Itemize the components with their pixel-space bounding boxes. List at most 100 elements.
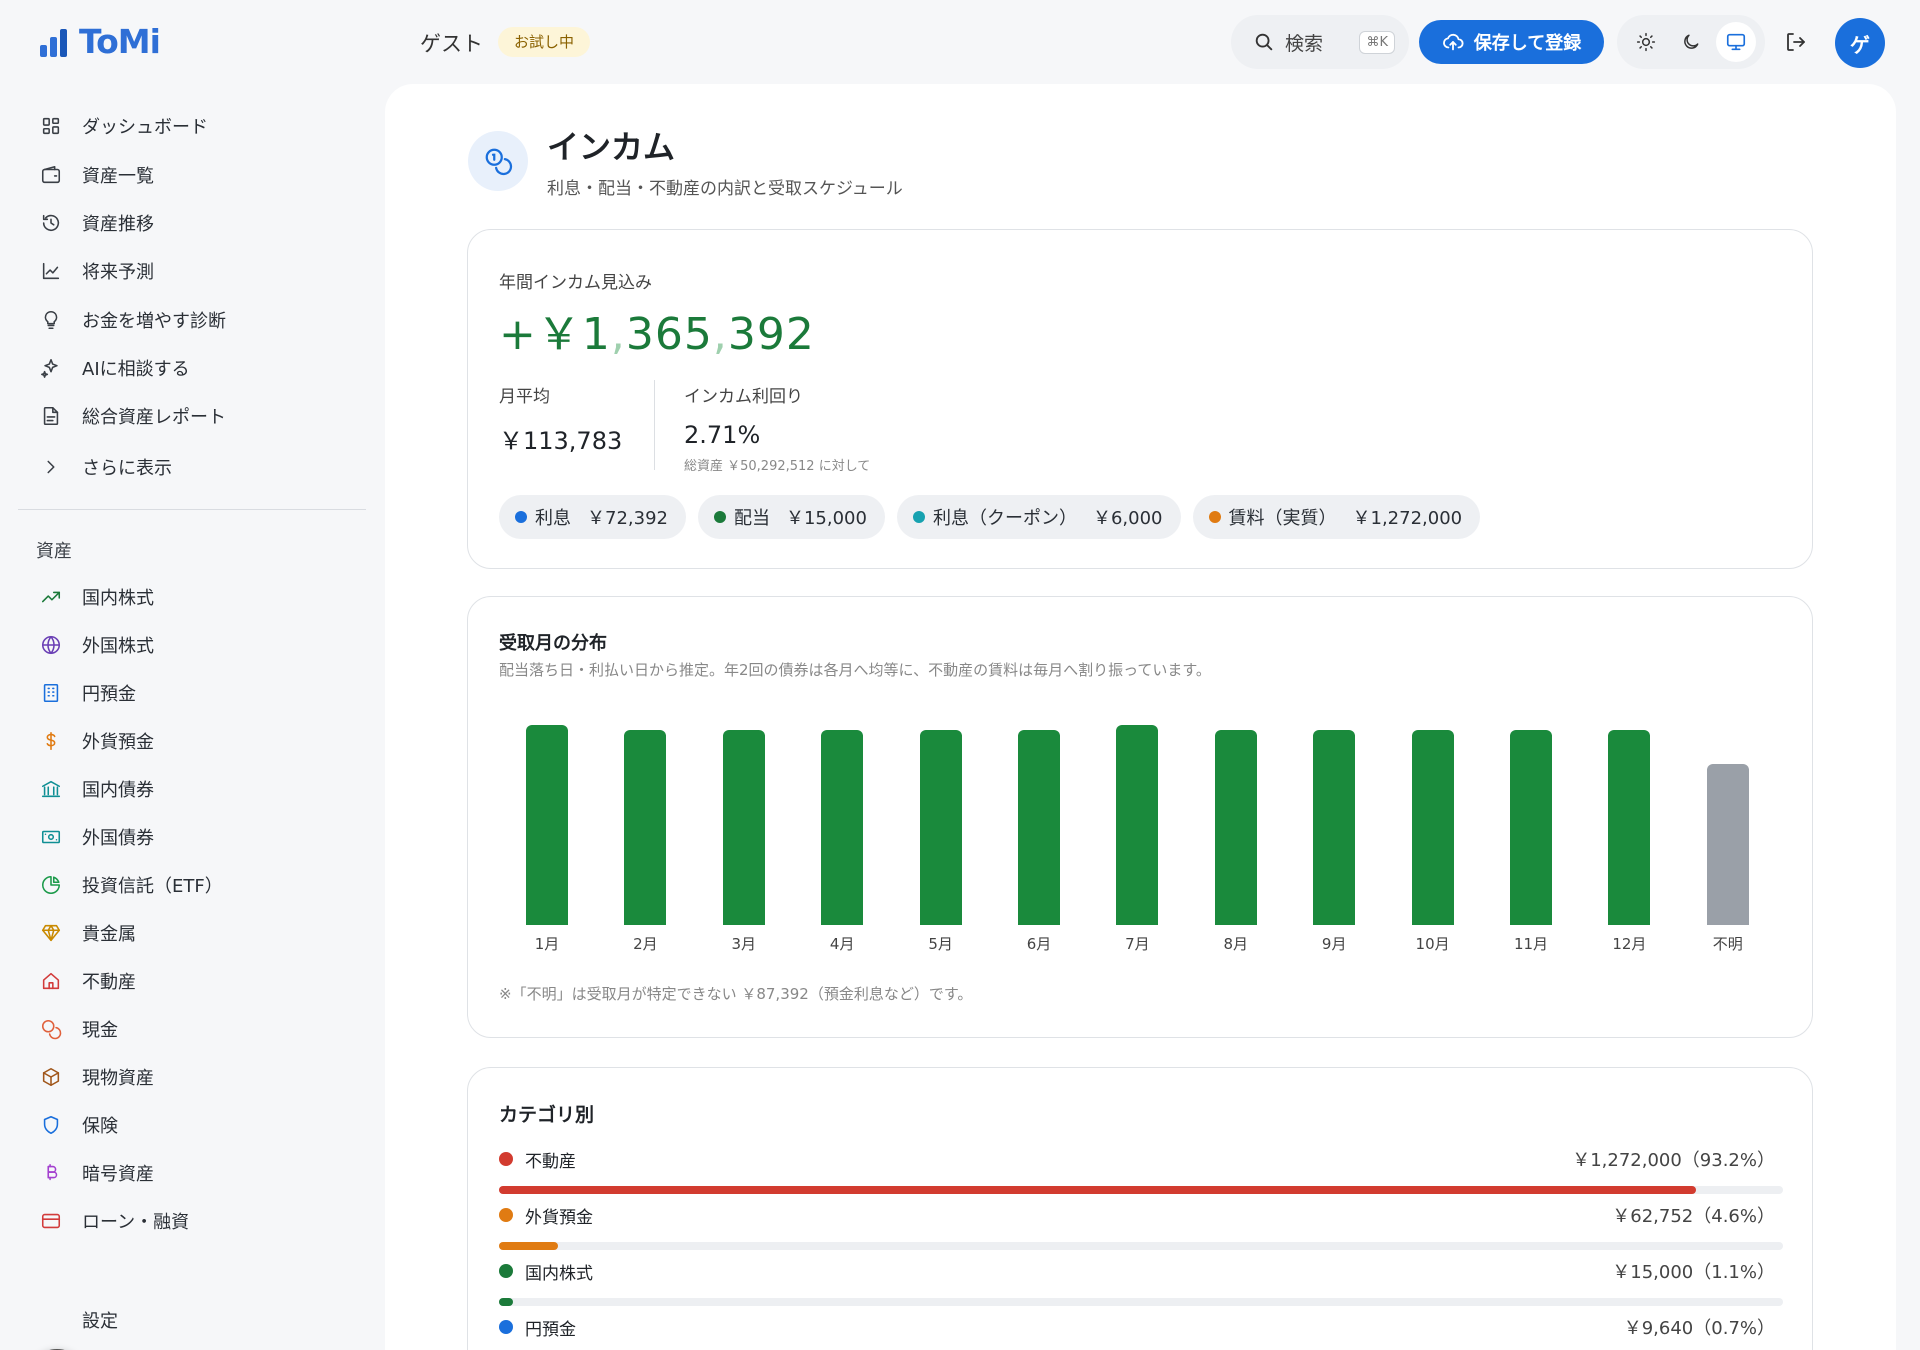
bar-label-3: 4月 [829, 935, 855, 953]
sidebar-item-label: 現金 [82, 1020, 118, 1041]
income-type-chip: 利息 ￥72,392 [499, 495, 686, 539]
sidebar: ダッシュボード 資産一覧資産推移将来予測お金を増やす診断 AIに相談する総合資産レポ… [0, 84, 385, 1350]
sidebar-asset-item-11[interactable]: 保険 [40, 1105, 118, 1145]
credit-card-icon [40, 1210, 62, 1232]
category-value: ￥1,272,000（93.2%） [1572, 1150, 1775, 1171]
bar-1[interactable] [624, 730, 667, 925]
assets-section-label: 資産 [36, 541, 72, 562]
sidebar-item-4[interactable]: お金を増やす診断 [40, 300, 226, 340]
annual-income-card: 年間インカム見込み +￥1,365,392 月平均 ￥113,783 インカム利… [467, 229, 1813, 569]
sidebar-item-0[interactable]: ダッシュボード [40, 106, 208, 146]
income-yield-label: インカム利回り [684, 387, 803, 407]
app-name: ToMi [79, 22, 161, 61]
income-type-chip: 賃料（実質） ￥1,272,000 [1192, 495, 1481, 539]
sidebar-item-6[interactable]: 総合資産レポート [40, 396, 226, 436]
bar-10[interactable] [1510, 730, 1552, 925]
sidebar-item-label: 暗号資産 [82, 1164, 154, 1185]
category-progress-fill [499, 1298, 514, 1306]
sidebar-asset-item-3[interactable]: 外貨預金 [40, 721, 154, 761]
sidebar-asset-item-4[interactable]: 国内債券 [40, 769, 154, 809]
income-type-chips: 利息 ￥72,392 配当 ￥15,000 利息（クーポン） ￥6,000 賃料（実質） ￥1… [499, 495, 1481, 539]
annual-income-label: 年間インカム見込み [499, 273, 652, 293]
sidebar-divider [18, 509, 366, 510]
sidebar-asset-item-10[interactable]: 現物資産 [40, 1057, 154, 1097]
building-icon [40, 682, 62, 704]
sidebar-item-7[interactable]: さらに表示 [40, 447, 172, 487]
dark-theme-button[interactable] [1671, 22, 1711, 62]
sidebar-asset-item-2[interactable]: 円預金 [40, 673, 136, 713]
moon-icon [1684, 34, 1699, 49]
document-icon [40, 405, 62, 427]
category-progress-fill [499, 1242, 559, 1250]
app-logo[interactable]: ToMi [40, 22, 161, 61]
bar-label-10: 11月 [1513, 935, 1549, 953]
stat-divider [654, 380, 655, 470]
wallet-icon [40, 164, 62, 186]
sidebar-asset-item-5[interactable]: 外国債券 [40, 817, 154, 857]
home-icon [40, 970, 62, 992]
bar-4[interactable] [919, 730, 962, 925]
sidebar-asset-item-9[interactable]: 現金 [40, 1009, 118, 1049]
chip-amount: ￥72,392 [587, 508, 668, 529]
bar-label-1: 2月 [633, 935, 658, 953]
dashboard-icon [40, 115, 62, 137]
top-header: ToMi ゲスト お試し中 検索 ⌘K 保存して登録 ゲ [0, 0, 1920, 84]
category-label: 外貨預金 [525, 1207, 593, 1228]
sidebar-item-label: さらに表示 [82, 458, 172, 479]
bar-11[interactable] [1608, 730, 1651, 925]
bar-label-0: 1月 [534, 935, 560, 953]
shield-icon [40, 1114, 62, 1136]
category-value: ￥15,000（1.1%） [1612, 1262, 1775, 1283]
category-card: カテゴリ別 不動産 ￥1,272,000（93.2%） 外貨預金 ￥62,752（4.… [467, 1067, 1813, 1350]
bar-label-4: 5月 [928, 935, 953, 953]
sidebar-item-settings[interactable]: 設定 [82, 1300, 118, 1340]
sidebar-asset-item-7[interactable]: 貴金属 [40, 913, 136, 953]
sidebar-asset-item-12[interactable]: 暗号資産 [40, 1153, 154, 1193]
sidebar-asset-item-1[interactable]: 外国株式 [40, 625, 154, 665]
bar-7[interactable] [1214, 730, 1257, 925]
save-register-button[interactable]: 保存して登録 [1419, 20, 1604, 64]
logout-button[interactable] [1780, 26, 1812, 58]
chip-label: 利息（クーポン） [932, 508, 1077, 529]
package-icon [40, 1066, 62, 1088]
category-row: 国内株式 ￥15,000（1.1%） [499, 1258, 1783, 1306]
chip-amount: ￥6,000 [1092, 508, 1163, 529]
sidebar-asset-item-6[interactable]: 投資信託（ETF） [40, 865, 223, 905]
sidebar-item-3[interactable]: 将来予測 [40, 251, 154, 291]
bar-0[interactable] [526, 725, 568, 925]
sun-icon [1636, 32, 1655, 52]
sidebar-item-label: AIに相談する [82, 359, 190, 380]
bar-3[interactable] [821, 730, 864, 925]
bar-6[interactable] [1116, 725, 1159, 925]
sidebar-item-label: 保険 [82, 1116, 118, 1137]
sidebar-item-label: ダッシュボード [82, 117, 208, 138]
coins-icon [468, 131, 528, 191]
sidebar-item-label: 貴金属 [82, 924, 136, 945]
sidebar-item-label: 外国債券 [82, 828, 154, 849]
bar-12[interactable] [1706, 764, 1749, 925]
category-label: 国内株式 [525, 1263, 593, 1284]
sidebar-asset-item-8[interactable]: 不動産 [40, 961, 136, 1001]
bar-8[interactable] [1313, 730, 1356, 925]
page-title: インカム [547, 128, 676, 166]
sidebar-item-1[interactable]: 資産一覧 [40, 155, 154, 195]
bar-9[interactable] [1411, 730, 1454, 925]
sidebar-item-5[interactable]: AIに相談する [40, 348, 190, 388]
banknote-icon [40, 826, 62, 848]
sidebar-asset-item-0[interactable]: 国内株式 [40, 577, 154, 617]
light-theme-button[interactable] [1626, 22, 1666, 62]
user-avatar[interactable]: ゲ [1835, 18, 1885, 68]
distribution-note: ※「不明」は受取月が特定できない ￥87,392（預金利息など）です。 [499, 985, 973, 1003]
bar-5[interactable] [1018, 730, 1060, 925]
sidebar-item-label: 資産一覧 [82, 166, 154, 187]
bar-label-6: 7月 [1125, 935, 1150, 953]
legend-dot [713, 511, 726, 523]
sidebar-asset-item-13[interactable]: ローン・融資 [40, 1201, 189, 1241]
bar-label-8: 9月 [1321, 935, 1347, 953]
sidebar-item-2[interactable]: 資産推移 [40, 203, 154, 243]
bar-2[interactable] [722, 730, 765, 925]
search-button[interactable]: 検索 ⌘K [1231, 15, 1409, 69]
system-theme-button[interactable] [1716, 22, 1757, 62]
sidebar-item-label: 外国株式 [82, 636, 154, 657]
gem-icon [40, 922, 62, 944]
